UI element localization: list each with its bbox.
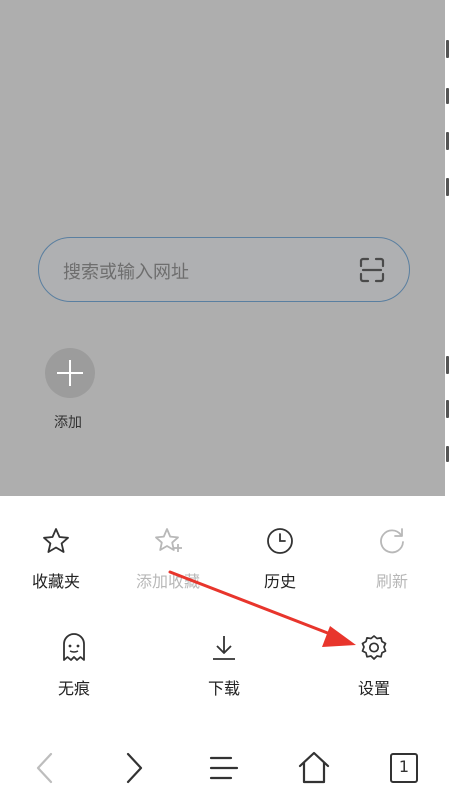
- annotation-arrow: [168, 570, 356, 647]
